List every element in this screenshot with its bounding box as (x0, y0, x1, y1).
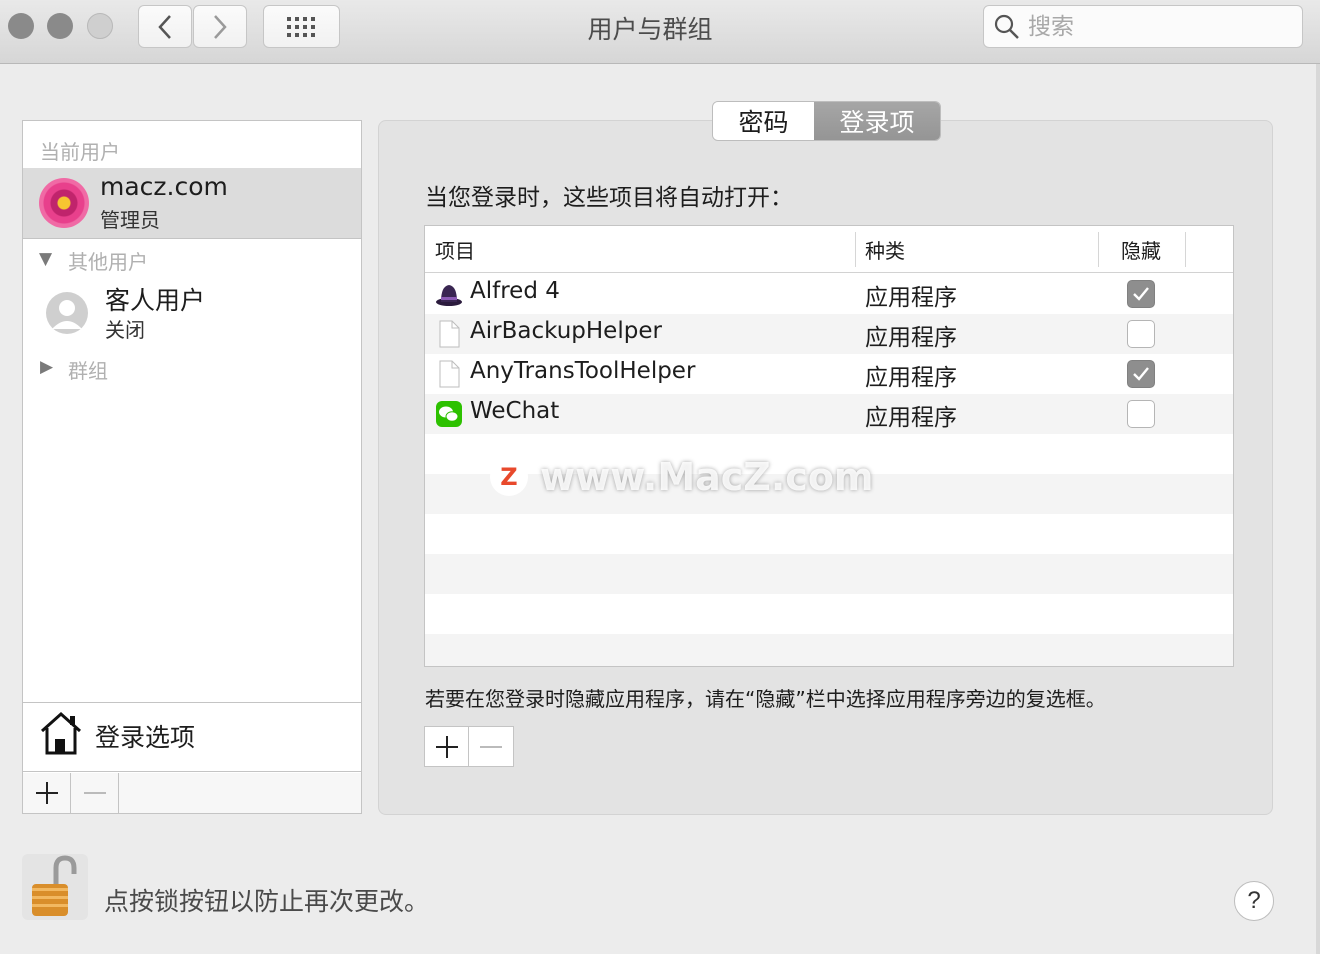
item-kind: 应用程序 (865, 405, 957, 431)
login-items-button-bar (424, 726, 514, 767)
generic-file-icon (439, 320, 460, 348)
house-icon (40, 711, 82, 755)
users-sidebar: 当前用户 macz.com 管理员 ▼ 其他用户 客人用户 关闭 ▶ 群组 登录… (22, 120, 362, 814)
item-name: Alfred 4 (470, 278, 560, 304)
login-options-item[interactable]: 登录选项 (23, 702, 361, 772)
column-header-kind[interactable]: 种类 (865, 235, 905, 264)
table-row[interactable]: AirBackupHelper 应用程序 (425, 314, 1233, 354)
watermark: Z www.MacZ.com (490, 455, 874, 499)
forward-button[interactable] (193, 5, 247, 48)
help-button[interactable]: ? (1234, 881, 1274, 921)
table-row[interactable]: Alfred 4 应用程序 (425, 274, 1233, 314)
user-role: 管理员 (100, 208, 160, 232)
groups-header: 群组 (68, 359, 108, 383)
alfred-icon (436, 285, 462, 306)
title-bar: 用户与群组 (0, 0, 1320, 64)
chevron-left-icon (158, 14, 171, 39)
login-items-table: 项目 种类 隐藏 Alfred 4 应用程序 AirBackupHelper 应… (424, 225, 1234, 667)
tab-login-items[interactable]: 登录项 (814, 102, 940, 140)
close-window-button[interactable] (8, 13, 34, 39)
remove-user-button[interactable] (71, 773, 119, 813)
minus-icon (480, 745, 502, 748)
search-input[interactable] (1028, 13, 1298, 40)
zoom-window-button[interactable] (87, 13, 113, 39)
login-items-heading: 当您登录时，这些项目将自动打开： (425, 185, 793, 211)
column-header-item[interactable]: 项目 (435, 235, 475, 264)
empty-row (425, 634, 1233, 666)
search-icon (994, 14, 1019, 39)
table-row[interactable]: AnyTransToolHelper 应用程序 (425, 354, 1233, 394)
empty-row (425, 594, 1233, 634)
window-title: 用户与群组 (587, 15, 713, 44)
item-name: WeChat (470, 398, 560, 424)
sidebar-button-bar (23, 773, 361, 813)
hide-checkbox[interactable] (1127, 400, 1155, 428)
unlocked-padlock-icon[interactable] (22, 854, 88, 920)
item-kind: 应用程序 (865, 365, 957, 391)
guest-user-status: 关闭 (105, 318, 145, 342)
user-name: macz.com (100, 172, 228, 201)
plus-icon (35, 782, 58, 804)
lock-hint-text: 点按锁按钮以防止再次更改。 (104, 887, 430, 916)
hide-checkbox[interactable] (1127, 320, 1155, 348)
generic-file-icon (439, 360, 460, 388)
other-users-header: 其他用户 (68, 250, 148, 274)
watermark-text: www.MacZ.com (540, 455, 874, 499)
hide-checkbox[interactable] (1127, 280, 1155, 308)
item-kind: 应用程序 (865, 325, 957, 351)
grid-icon (286, 16, 315, 37)
add-login-item-button[interactable] (425, 727, 469, 766)
hide-checkbox[interactable] (1127, 360, 1155, 388)
tab-bar: 密码 登录项 (712, 101, 941, 141)
search-field[interactable] (983, 5, 1303, 48)
window-edge (1316, 64, 1320, 954)
checkmark-icon (1133, 367, 1149, 381)
item-name: AnyTransToolHelper (470, 358, 696, 384)
current-user-item[interactable]: macz.com 管理员 (23, 168, 361, 238)
item-name: AirBackupHelper (470, 318, 662, 344)
guest-avatar-icon (45, 291, 89, 339)
login-options-label: 登录选项 (95, 723, 196, 752)
empty-row (425, 554, 1233, 594)
disclosure-down-icon[interactable]: ▼ (39, 249, 52, 269)
add-user-button[interactable] (23, 773, 71, 813)
item-kind: 应用程序 (865, 285, 957, 311)
disclosure-right-icon[interactable]: ▶ (40, 357, 53, 377)
show-all-button[interactable] (263, 5, 340, 48)
checkmark-icon (1133, 287, 1149, 301)
minus-icon (83, 792, 106, 794)
table-row[interactable]: WeChat 应用程序 (425, 394, 1233, 434)
plus-icon (435, 735, 458, 758)
table-header: 项目 种类 隐藏 (425, 226, 1233, 273)
watermark-logo: Z (490, 458, 528, 496)
column-header-hide[interactable]: 隐藏 (1121, 235, 1161, 264)
guest-user-name[interactable]: 客人用户 (105, 281, 205, 317)
chevron-right-icon (214, 14, 227, 39)
minimize-window-button[interactable] (47, 13, 73, 39)
remove-login-item-button[interactable] (469, 727, 513, 766)
back-button[interactable] (138, 5, 192, 48)
tab-password[interactable]: 密码 (713, 102, 814, 140)
empty-row (425, 514, 1233, 554)
avatar (39, 178, 89, 228)
hide-hint-text: 若要在您登录时隐藏应用程序，请在“隐藏”栏中选择应用程序旁边的复选框。 (425, 687, 1106, 711)
wechat-icon (436, 401, 462, 427)
current-users-header: 当前用户 (40, 140, 120, 164)
